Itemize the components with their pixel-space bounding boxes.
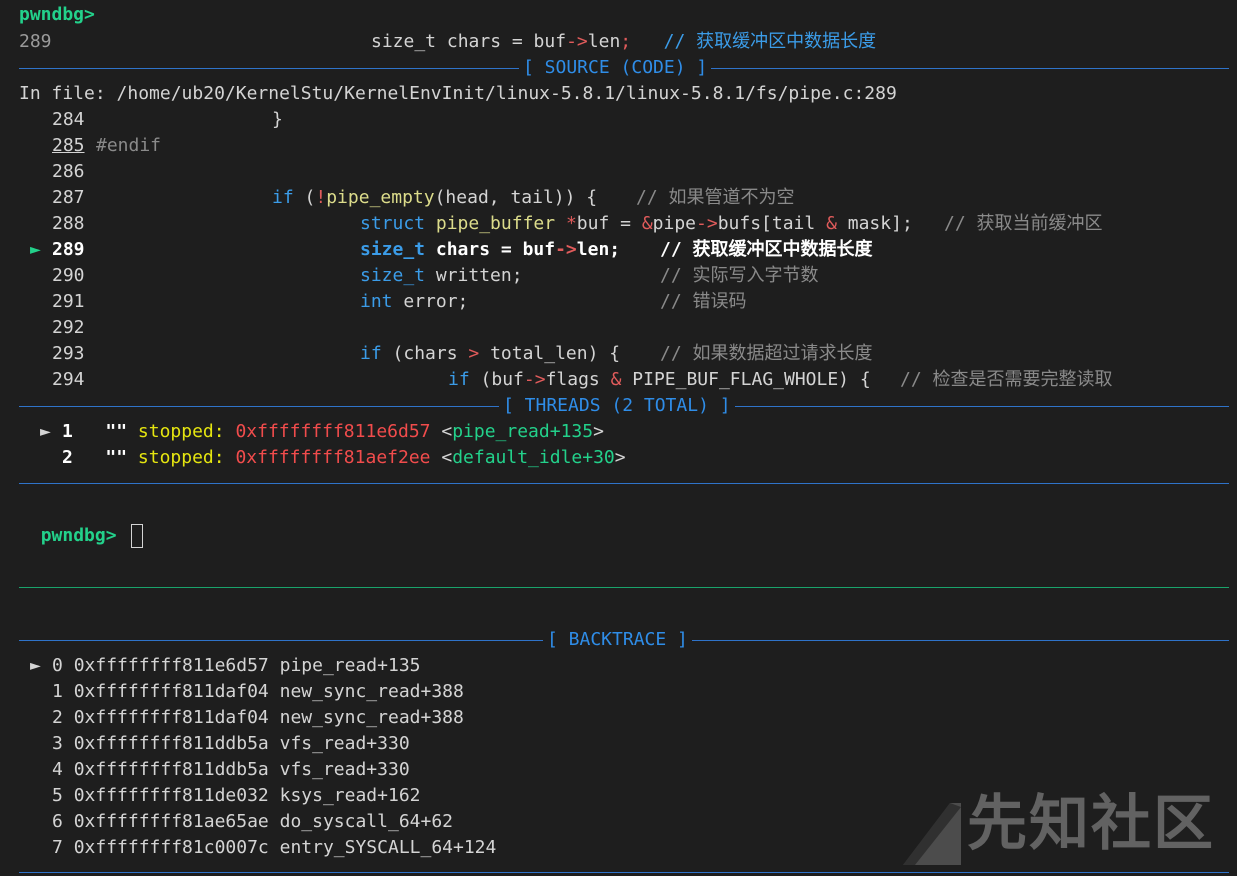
watermark-text: 先知社区 [967,789,1215,859]
prompt-label: pwndbg> [19,4,95,25]
source-line-number: 284 [52,109,85,130]
source-line-number: 287 [52,187,85,208]
source-line-code: if (!pipe_empty(head, tail)) { [272,187,598,208]
backtrace-frame[interactable]: 2 0xffffffff811daf04 new_sync_read+388 [30,705,464,731]
backtrace-frame[interactable]: 4 0xffffffff811ddb5a vfs_read+330 [30,757,410,783]
source-line-code: size_t written; [360,265,523,286]
top-line-comment: // 获取缓冲区中数据长度 [663,31,877,52]
source-line-comment: // 获取缓冲区中数据长度 [660,239,873,260]
backtrace-frame[interactable]: 3 0xffffffff811ddb5a vfs_read+330 [30,731,410,757]
backtrace-header: [ BACKTRACE ] [543,627,692,653]
source-line-number: 292 [52,317,85,338]
thread-row[interactable]: 2 "" stopped: 0xffffffff81aef2ee <defaul… [40,445,626,471]
watermark-logo-icon [903,803,961,865]
source-line-code: int error; [360,291,469,312]
source-line-comment: // 检查是否需要完整读取 [900,369,1113,390]
backtrace-frame[interactable]: 5 0xffffffff811de032 ksys_read+162 [30,783,421,809]
source-line-number: 285 [52,135,85,156]
source-line-comment: // 如果管道不为空 [636,187,795,208]
source-line-code: struct pipe_buffer *buf = &pipe->bufs[ta… [360,213,913,234]
pane-divider[interactable] [19,587,1229,588]
source-line-comment: // 实际写入字节数 [660,265,819,286]
source-line-number: 291 [52,291,85,312]
thread-row[interactable]: ► 1 "" stopped: 0xffffffff811e6d57 <pipe_… [40,419,604,445]
terminal-cursor[interactable] [131,524,144,548]
source-line-number: 288 [52,213,85,234]
source-line-code: } [272,109,283,130]
top-line-code: size_t chars = buf->len; // 获取缓冲区中数据长度 [371,31,877,52]
command-line[interactable]: pwndbg> [19,497,144,548]
current-line-arrow-icon: ► [30,239,41,260]
source-line-number: 294 [52,369,85,390]
prompt-label-2: pwndbg> [40,525,117,546]
source-line-number: 290 [52,265,85,286]
source-line-number: 289 [52,239,85,260]
source-line-code: if (buf->flags & PIPE_BUF_FLAG_WHOLE) { [448,369,871,390]
source-line-code: if (chars > total_len) { [360,343,621,364]
backtrace-frame[interactable]: ► 0 0xffffffff811e6d57 pipe_read+135 [30,653,421,679]
source-line-comment: // 错误码 [660,291,747,312]
source-line-code: size_t chars = buf->len; [360,239,621,260]
source-line-comment: // 如果数据超过请求长度 [660,343,873,364]
backtrace-frame[interactable]: 6 0xffffffff81ae65ae do_syscall_64+62 [30,809,453,835]
source-line-number: 286 [52,161,85,182]
threads-bottom-divider [19,483,1229,484]
threads-header: [ THREADS (2 TOTAL) ] [499,393,735,419]
top-line-number: 289 [19,31,52,52]
source-line-number: 293 [52,343,85,364]
source-line-comment: // 获取当前缓冲区 [944,213,1103,234]
backtrace-bottom-divider [19,872,1229,873]
source-line-code: #endif [96,135,162,156]
backtrace-frame[interactable]: 1 0xffffffff811daf04 new_sync_read+388 [30,679,464,705]
source-header: [ SOURCE (CODE) ] [519,55,712,81]
backtrace-frame[interactable]: 7 0xffffffff81c0007c entry_SYSCALL_64+12… [30,835,496,861]
in-file-path: In file: /home/ub20/KernelStu/KernelEnvI… [19,83,897,104]
